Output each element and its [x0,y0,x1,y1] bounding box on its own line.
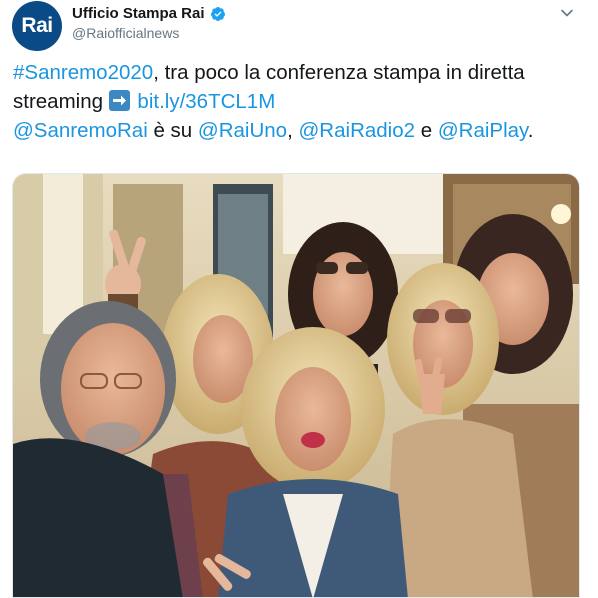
avatar[interactable]: Rai [12,1,62,51]
short-url-link[interactable]: bit.ly/36TCL1M [137,90,275,113]
tweet-text-end: . [527,119,534,142]
tweet-header: Rai Ufficio Stampa Rai @Raiofficialnews [10,0,588,56]
display-name[interactable]: Ufficio Stampa Rai [72,5,205,22]
mention-sanremorai[interactable]: @SanremoRai [13,119,148,142]
tweet-card: Rai Ufficio Stampa Rai @Raiofficialnews … [0,0,598,598]
verified-badge-icon [210,6,226,22]
name-row: Ufficio Stampa Rai [72,5,226,22]
mention-raiplay[interactable]: @RaiPlay [438,119,528,142]
chevron-down-icon[interactable] [560,6,574,20]
mention-rairadio2[interactable]: @RaiRadio2 [299,119,416,142]
tweet-text-separator: , [287,119,299,142]
hashtag-link[interactable]: #Sanremo2020 [13,61,153,84]
avatar-logo-text: Rai [21,14,53,37]
tweet-photo[interactable] [12,173,580,598]
right-arrow-emoji-icon [108,90,130,111]
tweet-text: #Sanremo2020, tra poco la conferenza sta… [13,58,573,145]
tweet-text-part: è su [147,119,198,142]
group-selfie-image [13,174,579,597]
mention-raiuno[interactable]: @RaiUno [198,119,287,142]
tweet-text-separator: e [415,119,438,142]
account-handle[interactable]: @Raiofficialnews [72,25,179,41]
